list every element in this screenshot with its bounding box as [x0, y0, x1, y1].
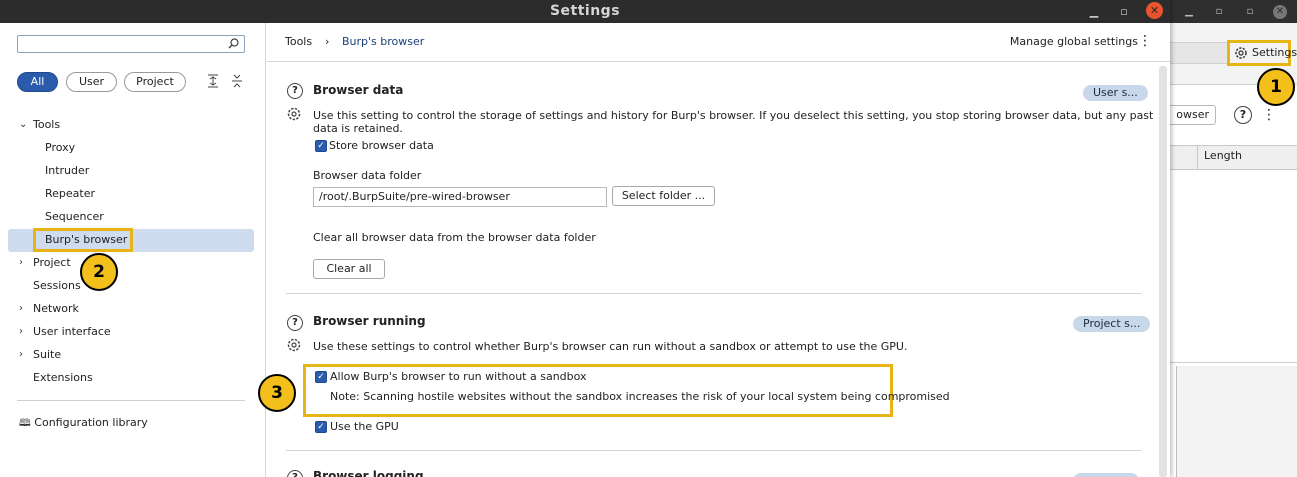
- callout-badge-1: 1: [1257, 68, 1295, 106]
- kebab-menu-icon[interactable]: ⋮: [1138, 33, 1152, 49]
- breadcrumb-current: Burp's browser: [342, 35, 425, 48]
- allow-no-sandbox-label[interactable]: Allow Burp's browser to run without a sa…: [330, 370, 587, 383]
- sandbox-warning-note: Note: Scanning hostile websites without …: [330, 390, 950, 403]
- collapse-all-icon[interactable]: [230, 73, 244, 89]
- section-divider: [286, 293, 1141, 294]
- scope-tag-user[interactable]: User s...: [1083, 85, 1148, 101]
- search-input[interactable]: [17, 35, 245, 53]
- bg-minimize-button[interactable]: ▁: [1182, 5, 1196, 19]
- settings-sidebar: All User Project ⌄ Tools Proxy Intruder …: [0, 23, 266, 477]
- bg-restore-button[interactable]: ▫: [1212, 5, 1226, 19]
- help-icon[interactable]: ?: [287, 470, 303, 477]
- callout-badge-3: 3: [258, 374, 296, 412]
- clear-all-button[interactable]: Clear all: [313, 259, 385, 279]
- tree-item-label: Network: [33, 302, 79, 315]
- breadcrumb-tools[interactable]: Tools: [285, 35, 312, 48]
- tree-item-intruder[interactable]: Intruder: [45, 161, 89, 181]
- search-icon: [228, 38, 239, 49]
- tree-item-sequencer[interactable]: Sequencer: [45, 207, 104, 227]
- tree-item-repeater[interactable]: Repeater: [45, 184, 95, 204]
- configuration-library-label: Configuration library: [34, 416, 148, 429]
- tree-item-network[interactable]: › Network: [0, 299, 266, 319]
- tree-item-label: Suite: [33, 348, 62, 361]
- scope-tag[interactable]: [1073, 473, 1139, 477]
- highlight-box-burps-browser: [33, 228, 133, 252]
- kebab-menu-icon[interactable]: ⋮: [1262, 106, 1276, 124]
- dialog-title: Settings: [549, 3, 621, 19]
- section-description: Use these settings to control whether Bu…: [313, 340, 908, 353]
- tree-item-sessions[interactable]: Sessions: [33, 276, 81, 296]
- allow-no-sandbox-checkbox[interactable]: ✓: [315, 371, 327, 383]
- store-browser-data-checkbox[interactable]: ✓: [315, 140, 327, 152]
- browser-data-folder-label: Browser data folder: [313, 169, 422, 182]
- settings-button[interactable]: Settings: [1227, 40, 1297, 66]
- background-tab-strip: [1170, 42, 1228, 64]
- vertical-scrollbar[interactable]: [1159, 66, 1167, 477]
- tree-item-project[interactable]: › Project: [0, 253, 266, 273]
- background-content: [1170, 85, 1297, 362]
- help-icon[interactable]: ?: [287, 315, 303, 331]
- tree-item-tools[interactable]: ⌄ Tools: [0, 115, 266, 135]
- help-glyph: ?: [1239, 108, 1247, 121]
- manage-global-settings-link[interactable]: Manage global settings: [1010, 35, 1138, 48]
- dialog-titlebar[interactable]: Settings ▁ ▫ ✕: [0, 0, 1170, 23]
- use-gpu-label[interactable]: Use the GPU: [330, 420, 399, 433]
- select-folder-button[interactable]: Select folder ...: [612, 186, 715, 206]
- filter-user-button[interactable]: User: [66, 72, 117, 92]
- callout-badge-2: 2: [80, 253, 118, 291]
- tree-item-label: Project: [33, 256, 71, 269]
- browser-data-folder-field[interactable]: /root/.BurpSuite/pre-wired-browser: [313, 187, 607, 207]
- restore-button[interactable]: ▫: [1116, 4, 1132, 20]
- section-title-browser-data: Browser data: [313, 83, 404, 97]
- chevron-right-icon: ›: [19, 326, 23, 337]
- section-title-browser-logging: Browser logging: [313, 469, 424, 477]
- open-browser-label: owser: [1176, 108, 1209, 121]
- tree-item-label: Tools: [33, 118, 61, 131]
- bg-restore2-button[interactable]: ▫: [1243, 5, 1257, 19]
- background-lower-inner: [1176, 366, 1297, 477]
- scope-tag-project[interactable]: Project s...: [1073, 316, 1151, 332]
- section-title-browser-running: Browser running: [313, 314, 426, 328]
- configuration-library-link[interactable]: 🕮 Configuration library: [19, 413, 148, 433]
- store-browser-data-label[interactable]: Store browser data: [329, 139, 434, 152]
- settings-content: Tools › Burp's browser Manage global set…: [267, 23, 1170, 477]
- chevron-right-icon: ›: [19, 349, 23, 360]
- book-icon: 🕮: [19, 418, 31, 429]
- column-separator[interactable]: [1197, 145, 1198, 170]
- chevron-right-icon: ›: [19, 257, 23, 268]
- minimize-button[interactable]: ▁: [1086, 4, 1102, 20]
- tree-item-extensions[interactable]: Extensions: [33, 368, 93, 388]
- gear-icon[interactable]: [286, 106, 302, 122]
- tree-item-user-interface[interactable]: › User interface: [0, 322, 266, 342]
- help-icon[interactable]: ?: [287, 83, 303, 99]
- settings-dialog: Settings ▁ ▫ ✕ All User Project ⌄ Tools …: [0, 0, 1170, 477]
- column-header-length[interactable]: Length: [1204, 149, 1242, 162]
- gear-icon[interactable]: [286, 337, 302, 353]
- settings-button-label: Settings: [1252, 46, 1297, 59]
- sidebar-divider: [17, 400, 245, 401]
- section-description: Use this setting to control the storage …: [313, 109, 1154, 135]
- use-gpu-checkbox[interactable]: ✓: [315, 421, 327, 433]
- tree-item-label: User interface: [33, 325, 111, 338]
- close-button[interactable]: ✕: [1146, 2, 1163, 19]
- clear-data-description: Clear all browser data from the browser …: [313, 231, 596, 244]
- tree-item-proxy[interactable]: Proxy: [45, 138, 75, 158]
- filter-all-button[interactable]: All: [17, 72, 58, 92]
- bg-close-button[interactable]: ✕: [1273, 5, 1287, 19]
- tree-item-suite[interactable]: › Suite: [0, 345, 266, 365]
- expand-all-icon[interactable]: [206, 73, 220, 89]
- chevron-down-icon: ⌄: [19, 119, 28, 130]
- help-icon[interactable]: ?: [1234, 106, 1252, 124]
- chevron-right-icon: ›: [19, 303, 23, 314]
- section-divider: [286, 450, 1141, 451]
- gear-icon: [1235, 47, 1247, 59]
- filter-project-button[interactable]: Project: [124, 72, 186, 92]
- open-browser-button[interactable]: owser: [1163, 105, 1216, 125]
- header-bar: Tools › Burp's browser Manage global set…: [267, 23, 1170, 62]
- breadcrumb-separator: ›: [325, 35, 330, 48]
